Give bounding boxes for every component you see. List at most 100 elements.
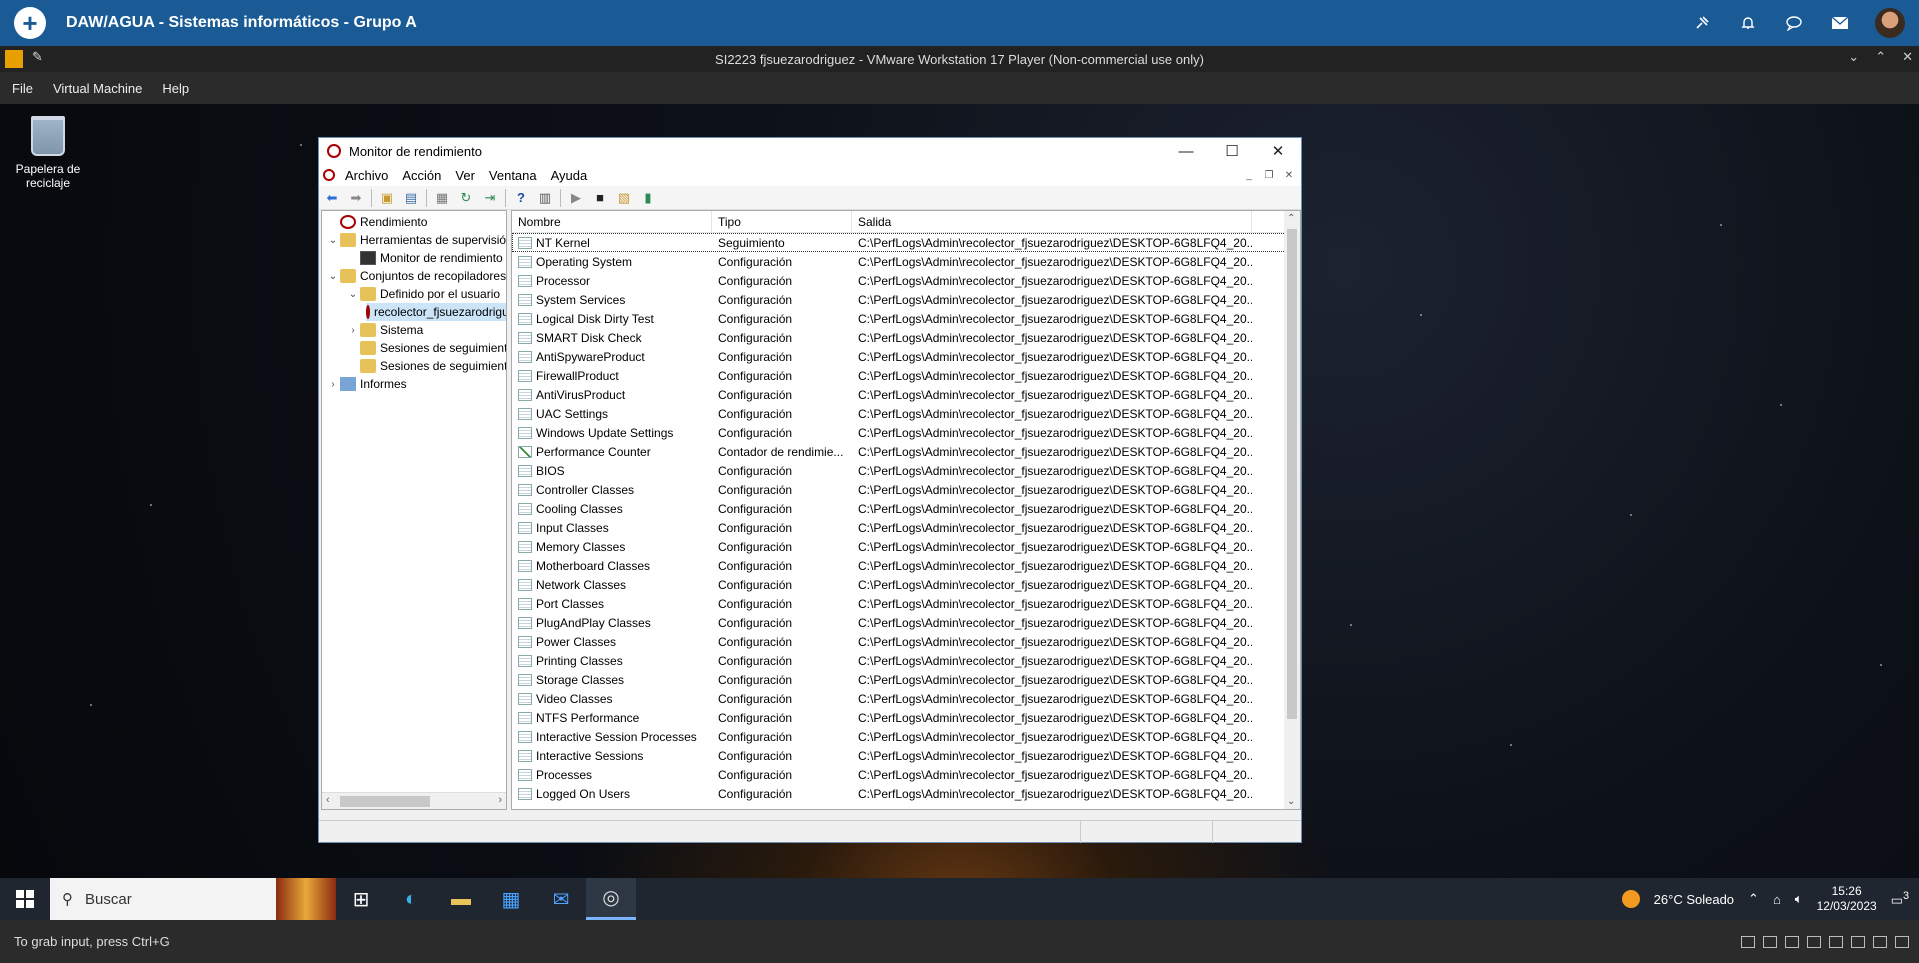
cd-icon[interactable]: [1763, 935, 1777, 948]
chevron-down-icon[interactable]: ⌄: [1287, 796, 1295, 807]
properties-icon[interactable]: ▦: [433, 189, 451, 207]
recycle-bin[interactable]: Papelera de reciclaje: [12, 110, 84, 190]
bell-icon[interactable]: [1737, 12, 1759, 34]
pin-icon[interactable]: ✎: [32, 49, 43, 65]
tree-item-informes[interactable]: › Informes: [326, 375, 407, 393]
mail-icon[interactable]: ✉: [536, 878, 586, 920]
table-row[interactable]: Printing Classes Configuración C:\PerfLogs…: [512, 651, 1286, 670]
edge-icon[interactable]: ◐: [386, 878, 436, 920]
display-icon[interactable]: [1873, 935, 1887, 948]
chevron-down-icon[interactable]: ⌄: [1848, 49, 1859, 65]
schedule-icon[interactable]: ▧: [615, 189, 633, 207]
table-row[interactable]: System Services Configuración C:\PerfLogs\…: [512, 290, 1286, 309]
table-row[interactable]: BIOS Configuración C:\PerfLogs\Admin\recol…: [512, 461, 1286, 480]
menu-archivo[interactable]: Archivo: [345, 168, 388, 183]
volume-icon[interactable]: 🔈︎: [1795, 891, 1803, 907]
maximize-button[interactable]: ☐: [1209, 138, 1255, 164]
help-icon[interactable]: ?: [512, 189, 530, 207]
perfmon-taskbar-icon[interactable]: ◎: [586, 878, 636, 920]
chevron-left-icon[interactable]: ‹: [326, 794, 330, 806]
tree-item-sesiones-seguimiento[interactable]: Sesiones de seguimiento de eventos: [346, 339, 506, 357]
table-row[interactable]: Performance Counter Contador de rendimie.…: [512, 442, 1286, 461]
tree-horizontal-scrollbar[interactable]: ‹ ›: [322, 792, 506, 809]
table-row[interactable]: PlugAndPlay Classes Configuración C:\PerfL…: [512, 613, 1286, 632]
tree-item-sesiones-inicio[interactable]: Sesiones de seguimiento de eventos de in…: [346, 357, 506, 375]
network-adapter-icon[interactable]: [1785, 935, 1799, 948]
view-icon[interactable]: ▥: [536, 189, 554, 207]
table-row[interactable]: Cooling Classes Configuración C:\PerfLogs\…: [512, 499, 1286, 518]
table-row[interactable]: Power Classes Configuración C:\PerfLogs\Ad…: [512, 632, 1286, 651]
table-row[interactable]: AntiVirusProduct Configuración C:\PerfLogs…: [512, 385, 1286, 404]
table-row[interactable]: Processor Configuración C:\PerfLogs\Admin\…: [512, 271, 1286, 290]
tree-item-recolector[interactable]: recolector_fjsuezarodriguez: [366, 303, 506, 321]
mdi-restore-button[interactable]: ❐: [1261, 167, 1277, 183]
minimize-button[interactable]: —: [1163, 138, 1209, 164]
start-button[interactable]: [0, 878, 50, 920]
table-row[interactable]: Windows Update Settings Configuración C:\P…: [512, 423, 1286, 442]
table-row[interactable]: Video Classes Configuración C:\PerfLogs\Ad…: [512, 689, 1286, 708]
menu-virtual-machine[interactable]: Virtual Machine: [53, 81, 142, 96]
back-icon[interactable]: ⬅: [323, 189, 341, 207]
notifications-icon[interactable]: ▭3: [1891, 890, 1909, 908]
list-vertical-scrollbar[interactable]: ⌃ ⌄: [1284, 211, 1300, 809]
weather-icon[interactable]: [1621, 890, 1640, 908]
close-button[interactable]: ✕: [1255, 138, 1301, 164]
mdi-minimize-button[interactable]: _: [1241, 167, 1257, 183]
chevron-down-icon[interactable]: ⌄: [326, 271, 340, 282]
chevron-up-icon[interactable]: ⌃: [1875, 49, 1886, 65]
table-row[interactable]: Interactive Sessions Configuración C:\Perf…: [512, 746, 1286, 765]
chevron-right-icon[interactable]: ›: [326, 379, 340, 390]
table-row[interactable]: Memory Classes Configuración C:\PerfLogs\A…: [512, 537, 1286, 556]
menu-ayuda[interactable]: Ayuda: [551, 168, 588, 183]
menu-ver[interactable]: Ver: [455, 168, 475, 183]
menu-file[interactable]: File: [12, 81, 33, 96]
close-icon[interactable]: ✕: [1902, 49, 1913, 65]
task-view-icon[interactable]: ⊞: [336, 878, 386, 920]
table-row[interactable]: Interactive Session Processes Configuraci…: [512, 727, 1286, 746]
chevron-up-icon[interactable]: ⌃: [1287, 213, 1295, 224]
table-row[interactable]: Logged On Users Configuración C:\PerfLogs\…: [512, 784, 1286, 803]
tree-item-herramientas[interactable]: ⌄ Herramientas de supervisión: [326, 231, 506, 249]
table-row[interactable]: Operating System Configuración C:\PerfLogs…: [512, 252, 1286, 271]
pin-icon[interactable]: [1691, 12, 1713, 34]
table-row[interactable]: NT Kernel Seguimiento C:\PerfLogs\Admin\re…: [512, 233, 1286, 252]
column-header-tipo[interactable]: Tipo: [712, 211, 852, 232]
weather-text[interactable]: 26°C Soleado: [1654, 892, 1734, 907]
table-row[interactable]: Controller Classes Configuración C:\PerfLo…: [512, 480, 1286, 499]
menu-accion[interactable]: Acción: [402, 168, 441, 183]
scrollbar-thumb[interactable]: [340, 796, 430, 807]
table-row[interactable]: Logical Disk Dirty Test Configuración C:\P…: [512, 309, 1286, 328]
table-row[interactable]: UAC Settings Configuración C:\PerfLogs\Adm…: [512, 404, 1286, 423]
chevron-down-icon[interactable]: ⌄: [326, 235, 340, 246]
messages-icon[interactable]: [1895, 935, 1909, 948]
refresh-icon[interactable]: ↻: [457, 189, 475, 207]
table-row[interactable]: SMART Disk Check Configuración C:\PerfLogs…: [512, 328, 1286, 347]
show-tree-icon[interactable]: ▤: [402, 189, 420, 207]
table-row[interactable]: Motherboard Classes Configuración C:\PerfL…: [512, 556, 1286, 575]
store-icon[interactable]: ▦: [486, 878, 536, 920]
table-row[interactable]: Network Classes Configuración C:\PerfLogs\…: [512, 575, 1286, 594]
new-collector-icon[interactable]: ▮: [639, 189, 657, 207]
scrollbar-thumb[interactable]: [1287, 229, 1297, 719]
export-icon[interactable]: ⇥: [481, 189, 499, 207]
chat-icon[interactable]: [1783, 12, 1805, 34]
file-explorer-icon[interactable]: ▬: [436, 878, 486, 920]
network-icon[interactable]: ⌂: [1773, 892, 1781, 907]
column-header-salida[interactable]: Salida: [852, 211, 1252, 232]
avatar[interactable]: [1875, 8, 1905, 38]
table-row[interactable]: Port Classes Configuración C:\PerfLogs\Adm…: [512, 594, 1286, 613]
mdi-close-button[interactable]: ✕: [1281, 167, 1297, 183]
tree-item-conjuntos[interactable]: ⌄ Conjuntos de recopiladores de datos: [326, 267, 506, 285]
tree-item-monitor[interactable]: Monitor de rendimiento: [346, 249, 503, 267]
hdd-icon[interactable]: [1741, 935, 1755, 948]
menu-ventana[interactable]: Ventana: [489, 168, 537, 183]
table-row[interactable]: Input Classes Configuración C:\PerfLogs\Ad…: [512, 518, 1286, 537]
forward-icon[interactable]: ➡: [347, 189, 365, 207]
sound-icon[interactable]: [1851, 935, 1865, 948]
mail-icon[interactable]: [1829, 12, 1851, 34]
table-row[interactable]: Processes Configuración C:\PerfLogs\Admin\…: [512, 765, 1286, 784]
tree-item-sistema[interactable]: › Sistema: [346, 321, 423, 339]
table-row[interactable]: NTFS Performance Configuración C:\PerfLogs…: [512, 708, 1286, 727]
chevron-down-icon[interactable]: ⌄: [346, 289, 360, 300]
window-title-bar[interactable]: Monitor de rendimiento — ☐ ✕: [319, 138, 1301, 164]
